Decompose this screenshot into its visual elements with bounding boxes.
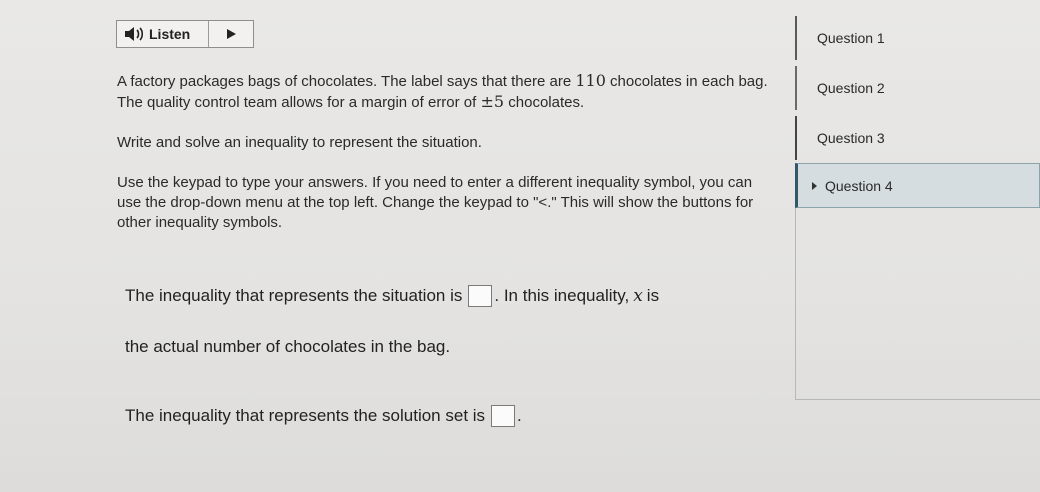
question-nav-item-2[interactable]: Question 2: [795, 66, 1040, 110]
question-nav-label: Question 1: [817, 30, 885, 46]
listen-button[interactable]: Listen: [117, 21, 209, 47]
question-nav-item-3[interactable]: Question 3: [795, 116, 1040, 160]
answer-line-situation: The inequality that represents the situa…: [125, 285, 659, 307]
caret-right-icon: [812, 181, 817, 190]
question-nav-label: Question 3: [817, 130, 885, 146]
question-nav-panel: Question 1 Question 2 Question 3 Questio…: [795, 10, 1040, 400]
answer-line-definition: the actual number of chocolates in the b…: [125, 337, 450, 357]
play-icon: [227, 29, 236, 39]
variable-x: x: [633, 286, 643, 306]
problem-text-3: chocolates.: [504, 94, 585, 111]
audio-toolbar: Listen: [116, 20, 254, 48]
speaker-icon: [125, 27, 144, 41]
problem-text-1: A factory packages bags of chocolates. T…: [117, 73, 576, 90]
answer-prompt-1: The inequality that represents the situa…: [125, 286, 463, 305]
solution-set-input[interactable]: [491, 405, 516, 427]
question-nav-label: Question 4: [825, 177, 893, 194]
answer-prompt-2: The inequality that represents the solut…: [125, 406, 486, 425]
problem-statement: A factory packages bags of chocolates. T…: [117, 71, 777, 113]
question-panel-frame: [795, 208, 1040, 400]
answer-line-solution: The inequality that represents the solut…: [125, 405, 522, 427]
question-nav-item-4[interactable]: Question 4: [795, 163, 1040, 208]
margin-of-error: ±5: [480, 92, 505, 111]
instruction-keypad: Use the keypad to type your answers. If …: [117, 174, 754, 231]
listen-label: Listen: [149, 26, 191, 42]
answer-prompt-2b: .: [517, 406, 522, 425]
label-count: 110: [575, 71, 606, 90]
question-nav-item-1[interactable]: Question 1: [795, 16, 1040, 60]
instruction-solve: Write and solve an inequality to represe…: [117, 134, 482, 151]
answer-prompt-1c: is: [646, 286, 660, 305]
answer-prompt-1b: . In this inequality,: [494, 286, 630, 305]
variable-definition: the actual number of chocolates in the b…: [125, 337, 451, 356]
situation-inequality-input[interactable]: [468, 285, 493, 307]
play-button[interactable]: [209, 21, 253, 47]
question-nav-label: Question 2: [817, 80, 885, 96]
